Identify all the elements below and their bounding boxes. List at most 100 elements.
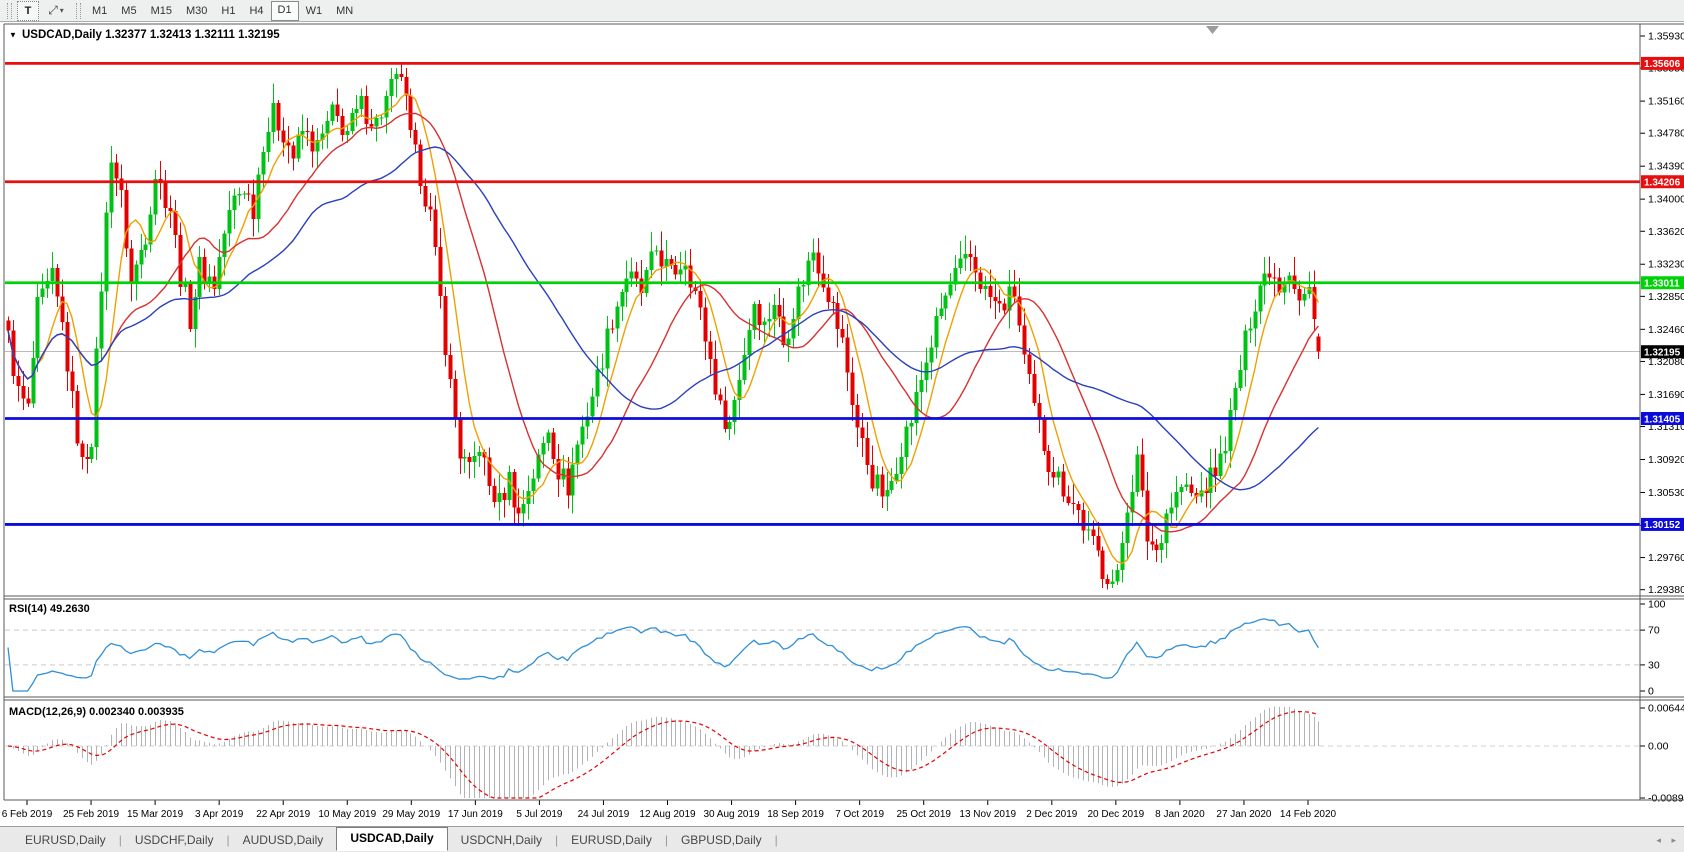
candle-down xyxy=(1213,467,1218,477)
candle-down xyxy=(1105,578,1110,584)
date-tick-label: 13 Nov 2019 xyxy=(959,809,1016,820)
tab-audusd-daily[interactable]: AUDUSD,Daily xyxy=(230,829,337,851)
date-tick-label: 25 Feb 2019 xyxy=(63,809,120,820)
candle-down xyxy=(840,329,845,338)
candle-down xyxy=(246,193,251,195)
fast-ma-line xyxy=(7,93,1320,565)
date-tick-label: 3 Apr 2019 xyxy=(195,809,244,820)
candle-up xyxy=(1243,330,1248,371)
candle-down xyxy=(428,206,433,210)
candle-down xyxy=(404,76,409,96)
date-tick-label: 12 Aug 2019 xyxy=(639,809,696,820)
tab-gbpusd-daily[interactable]: GBPUSD,Daily xyxy=(668,829,775,851)
candle-down xyxy=(1272,277,1277,279)
candle-down xyxy=(188,283,193,329)
candle-down xyxy=(850,372,855,405)
candle-down xyxy=(1096,535,1101,551)
candle-down xyxy=(21,385,26,399)
text-tool-button[interactable]: T xyxy=(17,0,39,21)
timeframe-m1-button[interactable]: M1 xyxy=(85,2,114,20)
candle-down xyxy=(1066,496,1071,503)
candle-down xyxy=(448,354,453,379)
candle-down xyxy=(1297,289,1302,301)
timeframe-m30-button[interactable]: M30 xyxy=(179,2,214,20)
macd-tick-label: 0.006448 xyxy=(1648,703,1684,715)
candle-up xyxy=(31,358,36,404)
candle-down xyxy=(502,493,507,501)
price-level-badge-label: 1.31405 xyxy=(1644,414,1681,425)
candle-up xyxy=(801,284,806,287)
timeframe-w1-button[interactable]: W1 xyxy=(299,2,330,20)
diagonal-arrows-icon: ⤢ xyxy=(48,3,58,17)
tab-usdcnh-daily[interactable]: USDCNH,Daily xyxy=(448,829,555,851)
candle-down xyxy=(551,432,556,460)
arrow-tools-button[interactable]: ⤢ ▾ xyxy=(41,2,71,20)
candle-up xyxy=(943,295,948,309)
candle-down xyxy=(1061,471,1066,497)
candle-up xyxy=(624,278,629,293)
candle-up xyxy=(796,286,801,320)
candle-up xyxy=(227,210,232,234)
toolbar-grip xyxy=(76,2,81,19)
candle-down xyxy=(673,264,678,275)
rsi-tick-label: 100 xyxy=(1648,599,1666,611)
chart-canvas[interactable]: 1.359301.355501.351601.347801.343901.340… xyxy=(0,23,1684,826)
candle-up xyxy=(541,442,546,455)
candle-up xyxy=(1233,387,1238,411)
candle-down xyxy=(408,95,413,131)
timeframe-h1-button[interactable]: H1 xyxy=(214,2,242,20)
date-tick-label: 27 Jan 2020 xyxy=(1216,809,1271,820)
candle-down xyxy=(703,307,708,342)
candle-down xyxy=(698,290,703,308)
collapse-triangle-icon[interactable]: ▼ xyxy=(9,31,17,40)
candle-down xyxy=(399,74,404,77)
timeframe-mn-button[interactable]: MN xyxy=(329,2,360,20)
candle-down xyxy=(340,116,345,136)
candle-down xyxy=(1091,529,1096,536)
chevron-down-icon: ▾ xyxy=(59,6,64,15)
candle-up xyxy=(139,250,144,265)
tab-scroll-left-icon[interactable]: ◂ xyxy=(1656,835,1661,845)
tab-scroll-arrows: ◂ ▸ xyxy=(1648,835,1676,846)
price-axis: 1.359301.355501.351601.347801.343901.340… xyxy=(1640,31,1684,805)
date-tick-label: 10 May 2019 xyxy=(318,809,376,820)
timeframe-d1-button[interactable]: D1 xyxy=(270,0,299,21)
rsi-pane xyxy=(5,618,1640,692)
candle-up xyxy=(1110,581,1115,584)
slow-ma-line xyxy=(7,146,1319,491)
candle-down xyxy=(413,130,418,145)
candle-down xyxy=(65,322,70,372)
candle-down xyxy=(870,464,875,489)
candle-up xyxy=(948,284,953,296)
tab-scroll-right-icon[interactable]: ▸ xyxy=(1671,835,1676,845)
tab-eurusd-daily-2[interactable]: EURUSD,Daily xyxy=(558,829,665,851)
toolbar-grip xyxy=(7,2,12,19)
tab-eurusd-daily-1[interactable]: EURUSD,Daily xyxy=(12,829,119,851)
candle-down xyxy=(1051,472,1056,478)
timeframe-m5-button[interactable]: M5 xyxy=(114,2,143,20)
candle-down xyxy=(1150,541,1155,545)
candle-up xyxy=(345,131,350,136)
candle-up xyxy=(531,478,536,491)
candle-down xyxy=(855,404,860,428)
price-tick-label: 1.32850 xyxy=(1648,291,1684,303)
candle-up xyxy=(806,260,811,285)
candle-down xyxy=(1267,273,1272,278)
candle-down xyxy=(467,456,472,463)
candle-up xyxy=(983,286,988,289)
tab-usdcad-daily-active[interactable]: USDCAD,Daily xyxy=(336,826,448,851)
candle-up xyxy=(649,251,654,270)
tab-usdchf-daily[interactable]: USDCHF,Daily xyxy=(122,829,227,851)
candle-up xyxy=(237,194,242,196)
candle-down xyxy=(826,287,831,303)
timeframe-m15-button[interactable]: M15 xyxy=(144,2,179,20)
candle-up xyxy=(477,452,482,456)
candle-up xyxy=(1223,450,1228,454)
candle-down xyxy=(1032,373,1037,403)
timeframe-h4-button[interactable]: H4 xyxy=(242,2,270,20)
candle-up xyxy=(89,446,94,459)
candle-up xyxy=(389,78,394,96)
macd-tick-label: 0.00 xyxy=(1648,741,1669,753)
candle-up xyxy=(134,264,139,283)
candle-down xyxy=(423,185,428,207)
